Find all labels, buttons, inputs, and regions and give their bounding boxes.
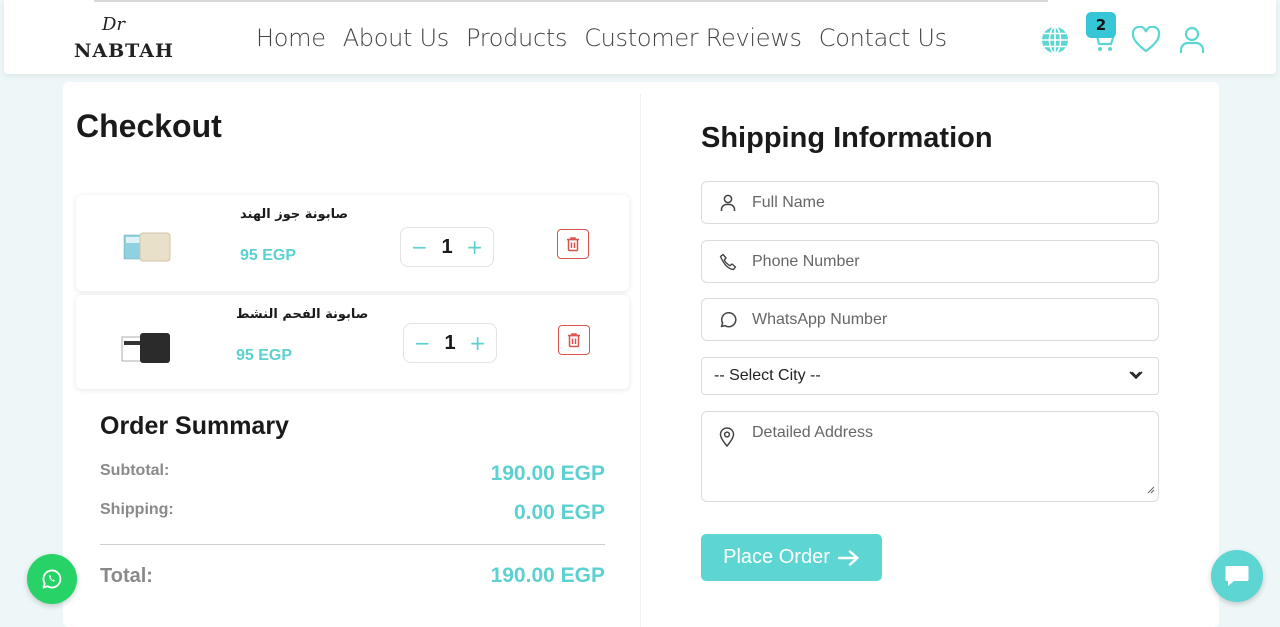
product-price: 95 EGP — [240, 247, 297, 264]
cart-item: صابونة الفحم النشط 95 EGP − 1 + — [76, 295, 629, 389]
quantity-value: 1 — [444, 331, 456, 354]
nav-products[interactable]: Products — [466, 24, 568, 52]
quantity-stepper: − 1 + — [400, 227, 494, 267]
place-order-button[interactable]: Place Order — [701, 534, 882, 581]
heart-icon[interactable] — [1130, 24, 1162, 56]
whatsapp-chat-button[interactable] — [27, 554, 77, 604]
remove-item-button[interactable] — [557, 229, 589, 259]
column-divider — [640, 94, 641, 627]
chevron-down-icon — [1128, 369, 1144, 388]
arrow-right-icon — [837, 549, 859, 566]
phone-icon — [718, 252, 738, 272]
shipping-value: 0.00 EGP — [513, 501, 605, 524]
cart-item: صابونة جوز الهند 95 EGP − 1 + — [76, 195, 629, 291]
subtotal-value: 190.00 EGP — [490, 462, 605, 485]
quantity-decrease-button[interactable]: − — [414, 333, 431, 353]
shipping-label: Shipping: — [100, 501, 174, 518]
brand-logo[interactable]: Dr NABTAH — [72, 14, 182, 66]
quantity-value: 1 — [441, 235, 453, 258]
nav-home[interactable]: Home — [256, 24, 326, 52]
subtotal-label: Subtotal: — [100, 462, 170, 479]
detailed-address-placeholder: Detailed Address — [752, 424, 873, 441]
detailed-address-textarea[interactable]: Detailed Address — [701, 411, 1159, 502]
trash-icon — [568, 333, 580, 348]
nav-about-us[interactable]: About Us — [343, 24, 450, 52]
product-thumbnail — [120, 223, 176, 269]
message-circle-icon — [718, 310, 738, 330]
quantity-stepper: − 1 + — [403, 323, 497, 363]
city-select-value: -- Select City -- — [714, 367, 821, 384]
product-price: 95 EGP — [236, 347, 293, 364]
map-pin-icon — [718, 427, 736, 451]
resize-handle-icon[interactable] — [1147, 479, 1155, 498]
chat-bubble-icon — [1225, 566, 1249, 586]
globe-icon[interactable] — [1039, 24, 1071, 56]
main-nav: Home About Us Products Customer Reviews … — [256, 24, 947, 52]
phone-number-field[interactable]: Phone Number — [701, 240, 1159, 283]
logo-dr: Dr — [102, 14, 126, 35]
header-top-line — [94, 0, 1048, 2]
whatsapp-icon — [42, 569, 62, 589]
nav-contact-us[interactable]: Contact Us — [819, 24, 947, 52]
place-order-label: Place Order — [723, 546, 830, 568]
city-select[interactable]: -- Select City -- — [701, 357, 1159, 395]
nav-customer-reviews[interactable]: Customer Reviews — [584, 24, 802, 52]
cart-count-badge: 2 — [1086, 12, 1116, 38]
full-name-field[interactable]: Full Name — [701, 181, 1159, 224]
product-thumbnail — [120, 323, 176, 369]
phone-number-placeholder: Phone Number — [752, 252, 860, 270]
user-icon — [718, 193, 738, 213]
total-value: 190.00 EGP — [490, 564, 605, 587]
checkout-title: Checkout — [76, 108, 222, 144]
remove-item-button[interactable] — [558, 325, 590, 355]
user-icon[interactable] — [1176, 24, 1208, 56]
product-name[interactable]: صابونة جوز الهند — [240, 207, 348, 222]
total-label: Total: — [100, 565, 153, 587]
quantity-increase-button[interactable]: + — [469, 333, 486, 353]
whatsapp-number-placeholder: WhatsApp Number — [752, 310, 888, 328]
live-chat-button[interactable] — [1211, 550, 1263, 602]
full-name-placeholder: Full Name — [752, 193, 825, 211]
logo-name: NABTAH — [74, 40, 174, 62]
quantity-increase-button[interactable]: + — [466, 237, 483, 257]
product-name[interactable]: صابونة الفحم النشط — [236, 307, 368, 322]
order-summary-title: Order Summary — [100, 412, 289, 440]
summary-divider — [100, 544, 605, 545]
shipping-title: Shipping Information — [701, 122, 993, 154]
quantity-decrease-button[interactable]: − — [411, 237, 428, 257]
whatsapp-number-field[interactable]: WhatsApp Number — [701, 298, 1159, 341]
trash-icon — [567, 237, 579, 252]
